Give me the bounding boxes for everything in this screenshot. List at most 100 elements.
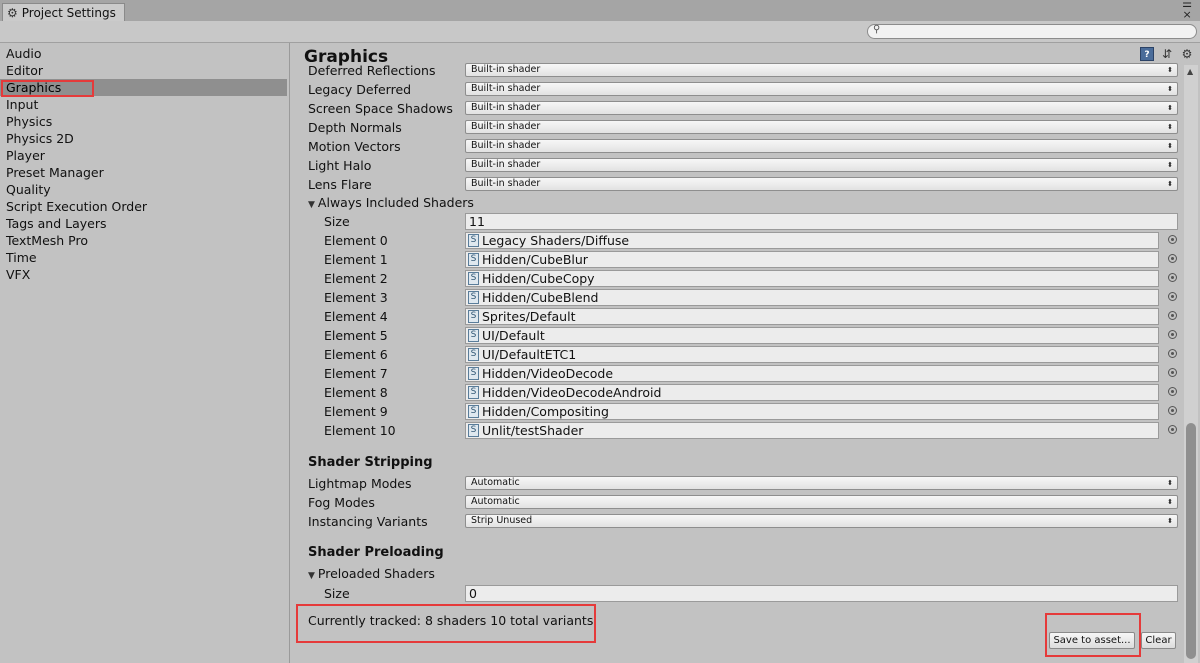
dropdown-arrow-icon: ⬍ xyxy=(1167,66,1173,74)
setting-row: Legacy Deferred Built-in shader ⬍ xyxy=(291,80,1186,99)
setting-row: Screen Space Shadows Built-in shader ⬍ xyxy=(291,99,1186,118)
shader-object-field[interactable]: S UI/DefaultETC1 xyxy=(465,346,1159,363)
object-picker-icon[interactable] xyxy=(1168,311,1177,320)
foldout-arrow-icon: ▼ xyxy=(308,200,315,210)
toolbar: ⚲ xyxy=(0,21,1200,43)
sidebar-item-physics-2d[interactable]: Physics 2D xyxy=(0,130,287,147)
shader-object-field[interactable]: S Hidden/VideoDecode xyxy=(465,365,1159,382)
scrollbar-thumb[interactable] xyxy=(1186,423,1196,659)
object-picker-icon[interactable] xyxy=(1168,273,1177,282)
foldout-label: Always Included Shaders xyxy=(317,195,474,210)
motion-vectors-dropdown[interactable]: Built-in shader ⬍ xyxy=(465,139,1178,153)
element-label: Element 0 xyxy=(324,233,388,248)
scroll-up-icon[interactable]: ▲ xyxy=(1187,67,1193,76)
element-row: Element 0 S Legacy Shaders/Diffuse xyxy=(291,231,1186,250)
object-picker-icon[interactable] xyxy=(1168,368,1177,377)
depth-normals-dropdown[interactable]: Built-in shader ⬍ xyxy=(465,120,1178,134)
element-row: Element 9 S Hidden/Compositing xyxy=(291,402,1186,421)
preload-size-input[interactable]: 0 xyxy=(465,585,1178,602)
object-picker-icon[interactable] xyxy=(1168,330,1177,339)
lightmap-modes-dropdown[interactable]: Automatic ⬍ xyxy=(465,476,1178,490)
sidebar-item-audio[interactable]: Audio xyxy=(0,45,287,62)
dropdown-arrow-icon: ⬍ xyxy=(1167,85,1173,93)
dropdown-arrow-icon: ⬍ xyxy=(1167,104,1173,112)
preloaded-shaders-foldout[interactable]: ▼ Preloaded Shaders xyxy=(291,564,1186,583)
element-label: Element 2 xyxy=(324,271,388,286)
element-label: Element 3 xyxy=(324,290,388,305)
shader-icon: S xyxy=(468,386,479,399)
sidebar-item-tags-and-layers[interactable]: Tags and Layers xyxy=(0,215,287,232)
close-icon[interactable]: × xyxy=(1182,9,1192,20)
object-picker-icon[interactable] xyxy=(1168,406,1177,415)
sidebar-item-preset-manager[interactable]: Preset Manager xyxy=(0,164,287,181)
element-row: Element 3 S Hidden/CubeBlend xyxy=(291,288,1186,307)
light-halo-dropdown[interactable]: Built-in shader ⬍ xyxy=(465,158,1178,172)
setting-row: Depth Normals Built-in shader ⬍ xyxy=(291,118,1186,137)
setting-label: Light Halo xyxy=(308,158,372,173)
object-picker-icon[interactable] xyxy=(1168,349,1177,358)
legacy-deferred-dropdown[interactable]: Built-in shader ⬍ xyxy=(465,82,1178,96)
fog-modes-dropdown[interactable]: Automatic ⬍ xyxy=(465,495,1178,509)
search-field[interactable]: ⚲ xyxy=(867,24,1197,39)
help-book-icon[interactable]: ? xyxy=(1140,47,1154,61)
lens-flare-dropdown[interactable]: Built-in shader ⬍ xyxy=(465,177,1178,191)
shader-object-field[interactable]: S Legacy Shaders/Diffuse xyxy=(465,232,1159,249)
setting-row: Deferred Reflections Built-in shader ⬍ xyxy=(291,61,1186,80)
object-picker-icon[interactable] xyxy=(1168,387,1177,396)
foldout-label: Preloaded Shaders xyxy=(317,566,435,581)
element-row: Element 2 S Hidden/CubeCopy xyxy=(291,269,1186,288)
shader-icon: S xyxy=(468,253,479,266)
object-picker-icon[interactable] xyxy=(1168,292,1177,301)
object-picker-icon[interactable] xyxy=(1168,235,1177,244)
shader-object-field[interactable]: S Hidden/VideoDecodeAndroid xyxy=(465,384,1159,401)
clear-button[interactable]: Clear xyxy=(1141,632,1176,649)
sidebar-item-textmesh-pro[interactable]: TextMesh Pro xyxy=(0,232,287,249)
shader-object-field[interactable]: S Hidden/CubeCopy xyxy=(465,270,1159,287)
shader-object-field[interactable]: S Hidden/CubeBlend xyxy=(465,289,1159,306)
element-row: Element 6 S UI/DefaultETC1 xyxy=(291,345,1186,364)
shader-object-field[interactable]: S Unlit/testShader xyxy=(465,422,1159,439)
preset-sliders-icon[interactable]: ⇵ xyxy=(1160,47,1174,61)
array-size-input[interactable]: 11 xyxy=(465,213,1178,230)
setting-label: Motion Vectors xyxy=(308,139,401,154)
dropdown-arrow-icon: ⬍ xyxy=(1167,161,1173,169)
element-label: Element 10 xyxy=(324,423,396,438)
setting-row: Fog Modes Automatic ⬍ xyxy=(291,493,1186,512)
sidebar-item-player[interactable]: Player xyxy=(0,147,287,164)
dropdown-arrow-icon: ⬍ xyxy=(1167,142,1173,150)
shader-icon: S xyxy=(468,405,479,418)
vertical-scrollbar[interactable]: ▲ xyxy=(1184,65,1198,663)
save-to-asset-button[interactable]: Save to asset... xyxy=(1049,632,1135,649)
sidebar-item-quality[interactable]: Quality xyxy=(0,181,287,198)
sidebar-item-graphics[interactable]: Graphics xyxy=(0,79,287,96)
object-picker-icon[interactable] xyxy=(1168,254,1177,263)
shader-object-field[interactable]: S UI/Default xyxy=(465,327,1159,344)
sidebar-item-editor[interactable]: Editor xyxy=(0,62,287,79)
shader-object-field[interactable]: S Hidden/CubeBlur xyxy=(465,251,1159,268)
setting-label: Screen Space Shadows xyxy=(308,101,453,116)
sidebar-item-physics[interactable]: Physics xyxy=(0,113,287,130)
project-settings-tab[interactable]: ⚙ Project Settings xyxy=(2,3,125,22)
sidebar-item-vfx[interactable]: VFX xyxy=(0,266,287,283)
object-picker-icon[interactable] xyxy=(1168,425,1177,434)
setting-label: Legacy Deferred xyxy=(308,82,412,97)
array-size-row: Size 11 xyxy=(291,212,1186,231)
element-label: Element 5 xyxy=(324,328,388,343)
shader-object-field[interactable]: S Sprites/Default xyxy=(465,308,1159,325)
screen-space-shadows-dropdown[interactable]: Built-in shader ⬍ xyxy=(465,101,1178,115)
shader-object-field[interactable]: S Hidden/Compositing xyxy=(465,403,1159,420)
always-included-foldout[interactable]: ▼ Always Included Shaders xyxy=(291,193,1186,212)
search-icon: ⚲ xyxy=(873,24,881,35)
element-row: Element 4 S Sprites/Default xyxy=(291,307,1186,326)
sidebar-item-time[interactable]: Time xyxy=(0,249,287,266)
setting-label: Fog Modes xyxy=(308,495,375,510)
setting-label: Deferred Reflections xyxy=(308,63,436,78)
tab-title: Project Settings xyxy=(21,6,116,20)
sidebar-item-input[interactable]: Input xyxy=(0,96,287,113)
settings-gear-icon[interactable]: ⚙ xyxy=(1180,47,1194,61)
setting-label: Lens Flare xyxy=(308,177,372,192)
deferred-reflections-dropdown[interactable]: Built-in shader ⬍ xyxy=(465,63,1178,77)
instancing-variants-dropdown[interactable]: Strip Unused ⬍ xyxy=(465,514,1178,528)
sidebar-item-script-execution-order[interactable]: Script Execution Order xyxy=(0,198,287,215)
shader-stripping-title: Shader Stripping xyxy=(308,455,433,470)
